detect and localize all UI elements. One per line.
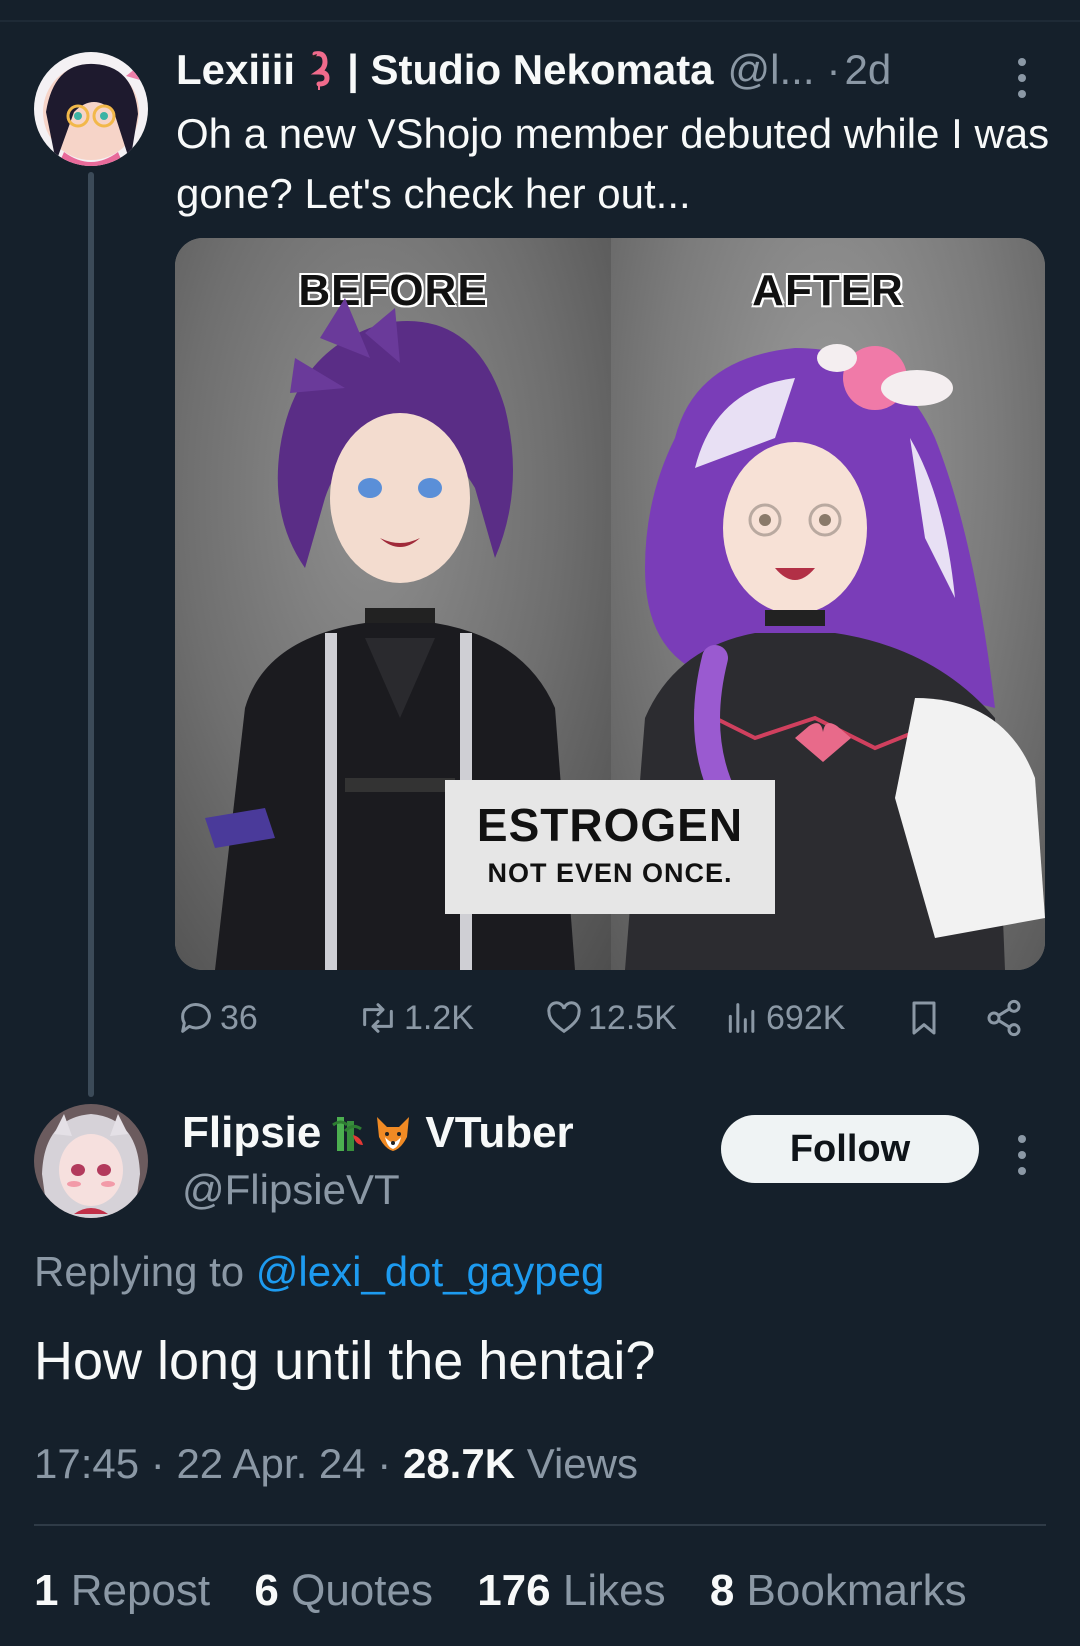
- stat-count: 176: [477, 1566, 551, 1615]
- timestamp[interactable]: 2d: [845, 46, 892, 94]
- reply-count: 36: [220, 998, 258, 1037]
- reply-time[interactable]: 17:45: [34, 1440, 139, 1487]
- repost-stat[interactable]: 1 Repost: [34, 1566, 210, 1615]
- thread-line: [88, 172, 94, 1097]
- share-icon: [987, 999, 1021, 1037]
- reply-button[interactable]: 36: [176, 998, 258, 1038]
- bamboo-emoji-icon: [327, 1113, 367, 1153]
- fox-emoji-icon: [373, 1113, 413, 1153]
- views-button[interactable]: 692K: [722, 998, 845, 1038]
- caption-box: ESTROGEN NOT EVEN ONCE.: [445, 780, 775, 914]
- views-label: Views: [526, 1440, 638, 1487]
- views-count: 692K: [766, 998, 846, 1037]
- stat-label: Repost: [70, 1566, 211, 1615]
- views-count: 28.7K: [402, 1440, 516, 1487]
- author-handle[interactable]: @l...: [728, 46, 815, 94]
- top-divider: [0, 20, 1080, 22]
- reply-date[interactable]: 22 Apr. 24: [176, 1440, 365, 1487]
- reply-author-handle[interactable]: @FlipsieVT: [182, 1166, 400, 1214]
- like-count: 12.5K: [588, 998, 677, 1037]
- follow-button[interactable]: Follow: [721, 1115, 979, 1183]
- reply-author-suffix: VTuber: [425, 1108, 574, 1157]
- like-button[interactable]: 12.5K: [544, 998, 677, 1038]
- action-bar: 36 1.2K 12.5K 692K: [176, 998, 1036, 1046]
- caption-sub: NOT EVEN ONCE.: [487, 858, 733, 888]
- views-icon: [728, 1003, 755, 1033]
- stat-label: Bookmarks: [746, 1566, 967, 1615]
- bookmarks-stat[interactable]: 8 Bookmarks: [710, 1566, 967, 1615]
- flamingo-emoji-icon: [301, 50, 341, 90]
- more-icon[interactable]: [1018, 1135, 1028, 1183]
- stat-count: 8: [709, 1566, 735, 1615]
- tweet-header: Lexiiii | Studio Nekomata @l... · 2d: [176, 46, 891, 94]
- reply-author: Flipsie VTuber: [182, 1108, 574, 1158]
- repost-button[interactable]: 1.2K: [356, 998, 474, 1038]
- repost-icon: [363, 1003, 393, 1033]
- stat-label: Quotes: [291, 1566, 433, 1615]
- divider: [34, 1524, 1046, 1526]
- repost-count: 1.2K: [404, 998, 474, 1037]
- replying-to-link[interactable]: @lexi_dot_gaypeg: [256, 1248, 605, 1295]
- tweet-image[interactable]: BEFORE AFTER ESTROGEN NOT EVEN ONCE.: [175, 238, 1045, 970]
- engagement-stats: 1 Repost 6 Quotes 176 Likes 8 Bookmarks: [34, 1566, 999, 1616]
- meta-separator: ·: [150, 1440, 165, 1487]
- avatar[interactable]: [34, 52, 148, 166]
- reply-avatar[interactable]: [34, 1104, 148, 1218]
- replying-to: Replying to @lexi_dot_gaypeg: [34, 1248, 604, 1296]
- header-separator: ·: [826, 46, 841, 93]
- author-name[interactable]: Lexiiii: [176, 46, 295, 94]
- stat-label: Likes: [562, 1566, 666, 1615]
- quotes-stat[interactable]: 6 Quotes: [254, 1566, 433, 1615]
- reply-author-name[interactable]: Flipsie: [182, 1108, 321, 1158]
- caption-main: ESTROGEN: [476, 799, 744, 851]
- bookmark-icon: [912, 1001, 936, 1035]
- meta-separator: ·: [377, 1440, 392, 1487]
- replying-prefix: Replying to: [34, 1248, 245, 1295]
- tweet-text: Oh a new VShojo member debuted while I w…: [176, 110, 1050, 217]
- reply-icon: [181, 1003, 211, 1033]
- stat-count: 1: [34, 1566, 59, 1615]
- bookmark-button[interactable]: [904, 998, 948, 1038]
- stat-count: 6: [254, 1566, 279, 1615]
- share-button[interactable]: [984, 998, 1028, 1038]
- likes-stat[interactable]: 176 Likes: [477, 1566, 665, 1615]
- author-suffix: | Studio Nekomata: [347, 46, 714, 93]
- reply-text: How long until the hentai?: [34, 1331, 656, 1391]
- like-icon: [547, 1001, 581, 1034]
- more-icon[interactable]: [1018, 58, 1028, 106]
- reply-meta: 17:45 · 22 Apr. 24 · 28.7K Views: [34, 1440, 638, 1488]
